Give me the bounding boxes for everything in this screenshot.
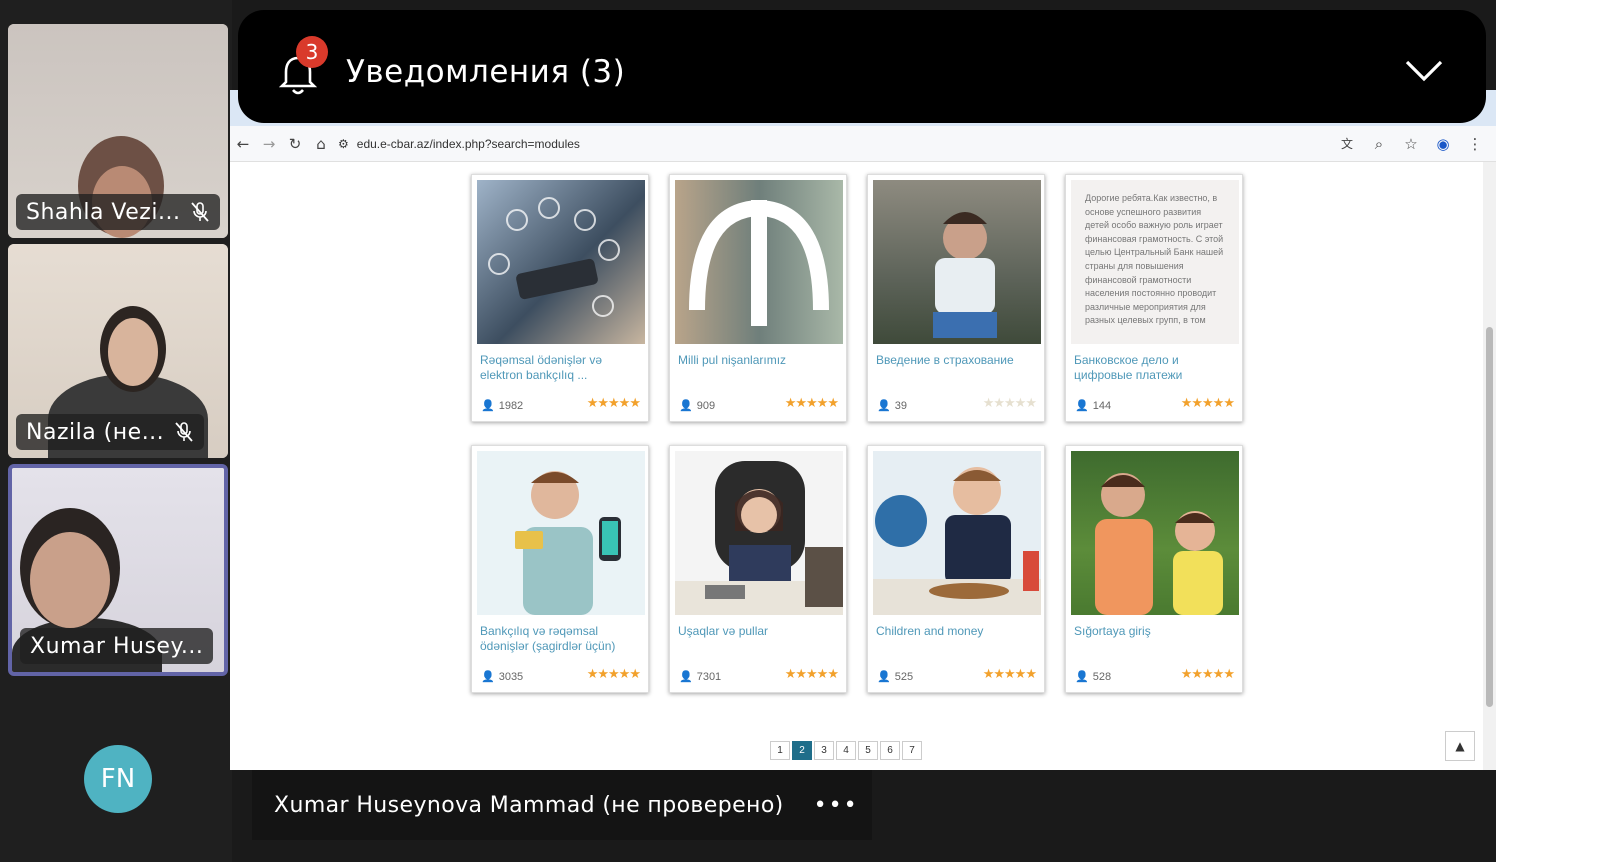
mic-off-icon [175,422,193,442]
participant-tile-2[interactable]: Nazila (не... [8,244,228,458]
participant-name: Shahla Vezi... [26,199,181,225]
course-image[interactable] [675,451,843,615]
rating-stars: ★★★★★ [586,396,641,411]
participant-namebar: Nazila (не... [16,414,205,450]
notification-title: Уведомления (3) [346,54,626,90]
participant-namebar: Xumar Husey... [20,628,214,664]
back-icon[interactable]: ← [230,131,256,157]
user-icon: 👤 [481,400,495,412]
participant-namebar: Shahla Vezi... [16,194,221,230]
enrolled-count: 👤 528 [1075,670,1112,684]
course-title[interactable]: Введение в страхование [876,353,1038,368]
enrolled-count: 👤 1982 [481,399,524,413]
participant-name: Xumar Husey... [30,633,204,659]
page-scrollbar[interactable] [1483,162,1496,770]
enrolled-count: 👤 39 [877,399,907,413]
user-icon: 👤 [1075,400,1089,412]
enrolled-count: 👤 144 [1075,399,1112,413]
course-card[interactable]: Milli pul nişanlarımız 👤 909 ★★★★★ [669,174,847,422]
page-link[interactable]: 1 [770,741,790,760]
page-link[interactable]: 4 [836,741,856,760]
participant-tile-3[interactable]: Xumar Husey... [8,464,228,676]
course-card[interactable]: Rəqəmsal ödənişlər və elektron bankçılıq… [471,174,649,422]
course-card[interactable]: Sığortaya giriş 👤 528 ★★★★★ [1065,445,1243,693]
rating-stars: ★★★★★ [784,396,839,411]
user-icon: 👤 [877,671,891,683]
course-title[interactable]: Milli pul nişanlarımız [678,353,840,368]
translate-icon[interactable]: 文 [1334,131,1360,157]
course-image[interactable] [477,180,645,344]
arrow-up-icon: ▲ [1455,739,1465,753]
rating-stars: ★★★★★ [982,667,1037,682]
forward-icon[interactable]: → [256,131,282,157]
scroll-to-top-button[interactable]: ▲ [1445,731,1475,761]
mic-off-icon [191,202,210,222]
user-icon: 👤 [1075,671,1089,683]
course-card[interactable]: Children and money 👤 525 ★★★★★ [867,445,1045,693]
course-image[interactable] [477,451,645,615]
more-options-icon[interactable]: ••• [814,793,859,818]
course-image[interactable] [675,180,843,344]
course-image-text: Дорогие ребята.Как известно, в основе ус… [1085,193,1224,326]
notification-banner[interactable]: 3 Уведомления (3) [238,10,1486,123]
menu-kebab-icon[interactable]: ⋮ [1462,131,1488,157]
address-bar[interactable]: ⚙ edu.e-cbar.az/index.php?search=modules [338,137,580,151]
course-title[interactable]: Rəqəmsal ödənişlər və elektron bankçılıq… [480,353,642,383]
scrollbar-thumb[interactable] [1486,327,1493,707]
reload-icon[interactable]: ↻ [282,131,308,157]
screen-sharer-bar: Xumar Huseynova Mammad (не проверено) ••… [252,770,872,840]
page-link[interactable]: 7 [902,741,922,760]
notification-count-badge: 3 [296,36,328,68]
participant-name: Nazila (не... [26,419,165,445]
enrolled-count: 👤 7301 [679,670,722,684]
course-card[interactable]: Uşaqlar və pullar 👤 7301 ★★★★★ [669,445,847,693]
participant-tile-1[interactable]: Shahla Vezi... [8,24,228,238]
course-title[interactable]: Uşaqlar və pullar [678,624,840,639]
page-link[interactable]: 6 [880,741,900,760]
site-settings-icon[interactable]: ⚙ [338,137,349,151]
avatar-initials: FN [100,764,136,794]
pagination: 1 2 3 4 5 6 7 [770,741,922,760]
rating-stars: ★★★★★ [586,667,641,682]
rating-stars: ★★★★★ [1180,667,1235,682]
course-title[interactable]: Children and money [876,624,1038,639]
zoom-icon[interactable]: ⌕ [1366,131,1392,157]
bookmark-star-icon[interactable]: ☆ [1398,131,1424,157]
url-text: edu.e-cbar.az/index.php?search=modules [356,136,580,151]
course-image[interactable] [873,180,1041,344]
page-link-current[interactable]: 2 [792,741,812,760]
rating-stars: ★★★★★ [784,667,839,682]
meeting-window: Shahla Vezi... Nazila (не... Xumar Husey… [0,0,1600,862]
course-card[interactable]: Введение в страхование 👤 39 ★★★★★ [867,174,1045,422]
web-page [230,162,1483,770]
browser-toolbar: ← → ↻ ⌂ ⚙ edu.e-cbar.az/index.php?search… [230,126,1496,162]
participants-panel: Shahla Vezi... Nazila (не... Xumar Husey… [0,0,232,862]
profile-icon[interactable]: ◉ [1430,131,1456,157]
course-card[interactable]: Дорогие ребята.Как известно, в основе ус… [1065,174,1243,422]
enrolled-count: 👤 3035 [481,670,524,684]
enrolled-count: 👤 525 [877,670,914,684]
user-icon: 👤 [679,671,693,683]
course-title[interactable]: Sığortaya giriş [1074,624,1236,639]
course-title[interactable]: Bankçılıq və rəqəmsal ödənişlər (şagirdl… [480,624,642,654]
home-icon[interactable]: ⌂ [308,131,334,157]
course-title[interactable]: Банковское дело и цифровые платежи [1074,353,1236,383]
course-card[interactable]: Bankçılıq və rəqəmsal ödənişlər (şagirdl… [471,445,649,693]
enrolled-count: 👤 909 [679,399,716,413]
user-icon: 👤 [877,400,891,412]
course-image[interactable]: Дорогие ребята.Как известно, в основе ус… [1071,180,1239,344]
user-icon: 👤 [481,671,495,683]
course-image[interactable] [1071,451,1239,615]
page-link[interactable]: 3 [814,741,834,760]
rating-stars: ★★★★★ [982,396,1037,411]
sharer-name: Xumar Huseynova Mammad (не проверено) [274,792,784,818]
right-margin [1496,0,1600,862]
rating-stars: ★★★★★ [1180,396,1235,411]
chevron-down-icon[interactable] [1404,58,1444,84]
page-link[interactable]: 5 [858,741,878,760]
course-image[interactable] [873,451,1041,615]
user-icon: 👤 [679,400,693,412]
participant-avatar[interactable]: FN [84,745,152,813]
